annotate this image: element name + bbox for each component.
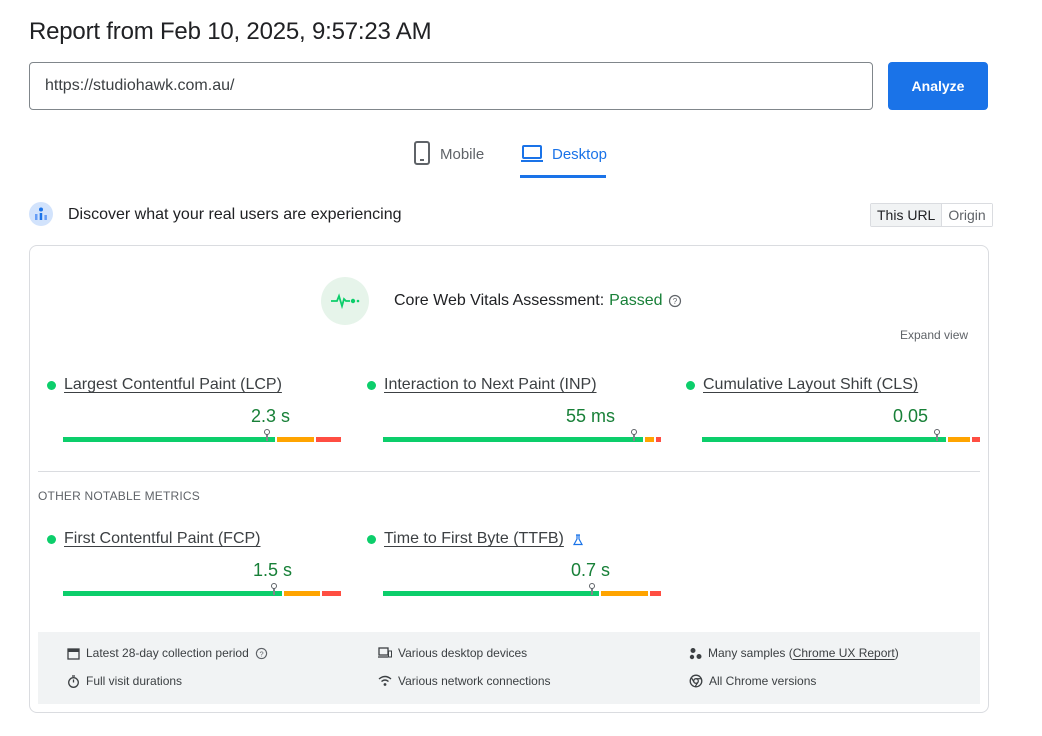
metric-value: 0.05 [893, 406, 929, 426]
network-connections: Various network connections [378, 674, 551, 688]
needs-improvement-segment [947, 437, 970, 442]
tab-mobile[interactable]: Mobile [412, 140, 484, 178]
samples-suffix: ) [894, 646, 899, 660]
desktop-devices-text: Various desktop devices [398, 646, 528, 660]
p75-marker [590, 588, 593, 595]
distribution-bar [63, 437, 341, 442]
needs-improvement-segment [283, 591, 320, 596]
samples-text: Many samples (Chrome UX Report) [708, 646, 899, 660]
chrome-versions-text: All Chrome versions [709, 674, 817, 688]
chrome-ux-report-link[interactable]: Chrome UX Report [793, 646, 895, 660]
distribution-bar [63, 591, 341, 596]
cwv-assessment-label: Core Web Vitals Assessment: [394, 292, 605, 309]
p75-marker-head [264, 429, 271, 435]
p75-marker-head [630, 429, 637, 435]
distribution-bar [702, 437, 980, 442]
collection-period-text: Latest 28-day collection period [86, 646, 249, 660]
good-segment [63, 437, 275, 442]
metric-value: 1.5 s [253, 560, 293, 580]
poor-segment [315, 437, 341, 442]
p75-marker [632, 434, 635, 441]
metric-inp: Interaction to Next Paint (INP) 55 ms [367, 376, 661, 446]
chrome-icon [689, 674, 703, 688]
cwv-assessment: Core Web Vitals Assessment: Passed ? [394, 292, 682, 310]
needs-improvement-segment [276, 437, 314, 442]
visit-durations: Full visit durations [67, 674, 182, 688]
desktop-devices: Various desktop devices [378, 646, 527, 660]
p75-marker [936, 434, 939, 441]
metric-value: 2.3 s [251, 406, 291, 426]
tab-desktop[interactable]: Desktop [520, 140, 608, 178]
distribution-bar [383, 437, 661, 442]
field-data-heading: Discover what your real users are experi… [68, 206, 402, 223]
poor-segment [321, 591, 341, 596]
analyze-button[interactable]: Analyze [888, 62, 988, 110]
expand-view-button[interactable]: Expand view [900, 328, 968, 342]
toggle-this-url[interactable]: This URL [871, 204, 943, 226]
metric-ttfb: Time to First Byte (TTFB) 0.7 s [367, 530, 661, 600]
cwv-assessment-status: Passed [609, 292, 663, 309]
good-segment [383, 591, 600, 596]
status-dot [367, 380, 376, 390]
help-icon[interactable]: ? [255, 647, 268, 660]
good-segment [63, 591, 282, 596]
status-dot [686, 380, 695, 390]
tab-mobile-label: Mobile [440, 146, 485, 163]
p75-marker [266, 434, 269, 441]
phone-icon [412, 140, 432, 166]
experimental-flask-icon [572, 533, 584, 546]
svg-text:?: ? [672, 297, 677, 306]
help-icon[interactable]: ? [668, 294, 682, 308]
wifi-icon [378, 675, 392, 687]
svg-text:?: ? [259, 649, 263, 658]
p75-marker-head [270, 583, 277, 589]
good-segment [702, 437, 946, 442]
distribution-bar [383, 591, 661, 596]
vitals-pulse-icon [321, 277, 369, 325]
tab-desktop-label: Desktop [552, 146, 608, 163]
needs-improvement-segment [601, 591, 649, 596]
stopwatch-icon [67, 674, 80, 688]
metric-name-link[interactable]: First Contentful Paint (FCP) [64, 530, 261, 548]
status-dot [367, 534, 376, 544]
collection-period: Latest 28-day collection period ? [67, 646, 268, 660]
status-dot [47, 534, 56, 544]
network-connections-text: Various network connections [398, 674, 551, 688]
metric-lcp: Largest Contentful Paint (LCP) 2.3 s [47, 376, 341, 446]
users-chart-icon [29, 202, 53, 226]
samples-icon [689, 647, 702, 660]
devices-icon [378, 647, 392, 659]
chrome-versions: All Chrome versions [689, 674, 816, 688]
poor-segment [650, 591, 661, 596]
needs-improvement-segment [645, 437, 654, 442]
metric-name-link[interactable]: Time to First Byte (TTFB) [384, 530, 564, 548]
good-segment [383, 437, 644, 442]
metric-value: 55 ms [566, 406, 616, 426]
laptop-icon [520, 140, 544, 166]
p75-marker-head [588, 583, 595, 589]
metric-name-link[interactable]: Largest Contentful Paint (LCP) [64, 376, 282, 394]
p75-marker [272, 588, 275, 595]
p75-marker-head [934, 429, 941, 435]
metric-fcp: First Contentful Paint (FCP) 1.5 s [47, 530, 341, 600]
metric-name-link[interactable]: Interaction to Next Paint (INP) [384, 376, 597, 394]
poor-segment [971, 437, 980, 442]
section-divider [38, 471, 980, 472]
toggle-origin[interactable]: Origin [942, 204, 992, 226]
visit-durations-text: Full visit durations [86, 674, 183, 688]
page-title: Report from Feb 10, 2025, 9:57:23 AM [29, 18, 432, 45]
other-metrics-label: OTHER NOTABLE METRICS [38, 489, 200, 503]
samples-prefix: Many samples ( [708, 646, 793, 660]
samples-info: Many samples (Chrome UX Report) [689, 646, 899, 660]
metric-cls: Cumulative Layout Shift (CLS) 0.05 [686, 376, 980, 446]
metric-value: 0.7 s [571, 560, 611, 580]
url-origin-toggle[interactable]: This URL Origin [870, 203, 993, 227]
url-input[interactable] [29, 62, 873, 110]
metric-name-link[interactable]: Cumulative Layout Shift (CLS) [703, 376, 918, 394]
calendar-icon [67, 647, 80, 660]
field-data-footer: Latest 28-day collection period ? Full v… [38, 632, 980, 704]
status-dot [47, 380, 56, 390]
poor-segment [655, 437, 661, 442]
